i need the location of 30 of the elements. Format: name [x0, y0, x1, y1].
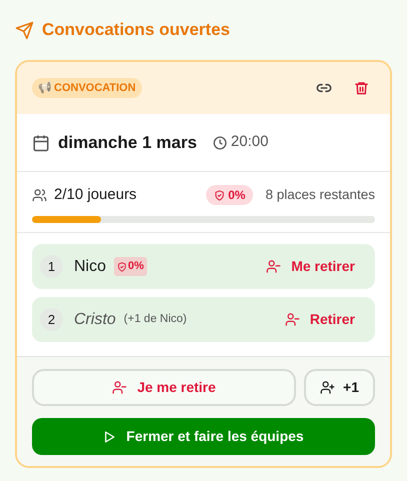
time-text: 20:00: [230, 132, 268, 152]
section-title: Convocations ouvertes: [42, 19, 230, 42]
player-number: 1: [40, 255, 63, 278]
reliability-badge: 0%: [114, 257, 147, 276]
user-minus-icon: [266, 259, 282, 274]
date-text: dimanche 1 mars: [58, 132, 197, 154]
user-plus-icon: [320, 380, 336, 395]
play-icon: [103, 430, 116, 444]
remaining-places: 8 places restantes: [265, 186, 375, 204]
remove-player-button[interactable]: Retirer: [284, 309, 355, 330]
close-and-make-teams-button[interactable]: Fermer et faire les équipes: [32, 418, 375, 455]
clock-icon: [212, 136, 227, 150]
user-minus-icon: [112, 380, 128, 395]
send-icon: [15, 20, 34, 40]
leave-button[interactable]: Je me retire: [32, 369, 296, 406]
calendar-icon: [32, 134, 50, 152]
reliability-badge: 0%: [206, 185, 254, 206]
player-name: Cristo: [74, 310, 116, 330]
shield-icon: [214, 190, 226, 201]
add-guest-button[interactable]: +1: [304, 369, 375, 406]
players-count: 2/10 joueurs: [54, 185, 137, 205]
shield-icon: [117, 262, 128, 272]
player-number: 2: [40, 308, 63, 331]
guest-note: (+1 de Nico): [124, 312, 187, 327]
trash-icon[interactable]: [354, 80, 369, 96]
user-minus-icon: [284, 312, 300, 327]
users-icon: [32, 188, 47, 203]
player-name: Nico: [74, 256, 106, 276]
remove-player-button[interactable]: Me retirer: [266, 256, 355, 277]
convocation-badge: 📢 CONVOCATION: [32, 78, 142, 98]
